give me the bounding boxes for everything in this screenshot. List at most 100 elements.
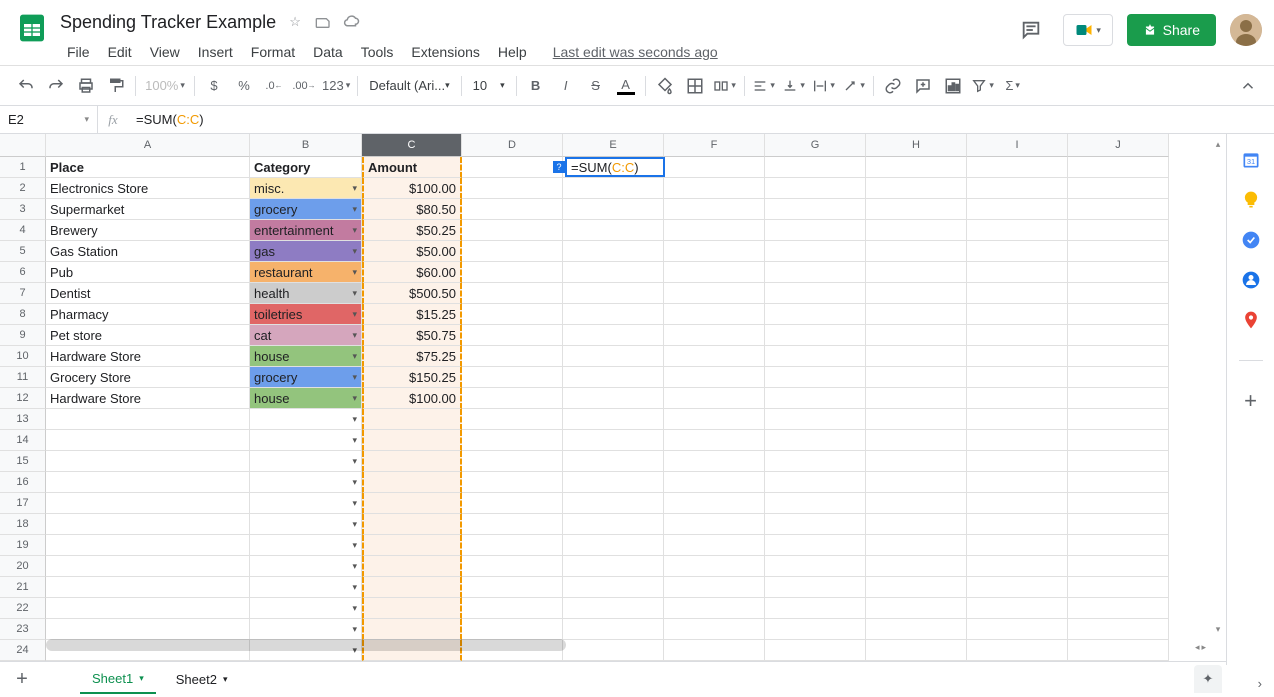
cell[interactable] [765,304,866,325]
cell[interactable] [362,430,462,451]
cell[interactable] [866,388,967,409]
scroll-right-icon[interactable]: ▸ [1201,642,1206,653]
cell[interactable] [967,388,1068,409]
cell[interactable]: $50.25 [362,220,462,241]
cell[interactable] [1068,598,1169,619]
cell[interactable]: $100.00 [362,178,462,199]
row-header[interactable]: 16 [0,472,46,493]
cell[interactable]: house [250,346,362,367]
cell[interactable] [1068,535,1169,556]
cell[interactable] [765,220,866,241]
cell[interactable] [664,472,765,493]
cell[interactable]: restaurant [250,262,362,283]
cell[interactable] [462,157,563,178]
cell[interactable] [664,325,765,346]
number-format-button[interactable]: 123 [320,72,352,100]
cell[interactable] [765,409,866,430]
cell[interactable] [362,409,462,430]
borders-button[interactable] [681,72,709,100]
cell[interactable] [664,493,765,514]
cell[interactable] [46,493,250,514]
cell[interactable] [250,577,362,598]
row-header[interactable]: 7 [0,283,46,304]
cell[interactable]: Hardware Store [46,388,250,409]
cell[interactable] [1068,367,1169,388]
cell[interactable] [664,556,765,577]
cell[interactable] [765,430,866,451]
cell[interactable] [1068,262,1169,283]
scroll-down-icon[interactable]: ▾ [1212,623,1224,635]
redo-button[interactable] [42,72,70,100]
cell[interactable] [1068,556,1169,577]
cell[interactable] [765,640,866,661]
formula-help-icon[interactable]: ? [553,161,565,173]
sheet-tab-1[interactable]: Sheet1▾ [80,665,156,694]
cell[interactable] [462,199,563,220]
cell[interactable] [765,619,866,640]
fill-color-button[interactable] [651,72,679,100]
cell[interactable] [563,577,664,598]
cell[interactable] [563,514,664,535]
cell[interactable] [1068,409,1169,430]
cell[interactable] [866,283,967,304]
column-header[interactable]: H [866,134,967,157]
cell[interactable] [462,388,563,409]
cell[interactable] [866,409,967,430]
cell[interactable]: $100.00 [362,388,462,409]
cell[interactable] [462,577,563,598]
cell[interactable] [250,514,362,535]
cloud-icon[interactable] [342,13,360,31]
cell[interactable] [1068,493,1169,514]
cell[interactable] [46,577,250,598]
percent-button[interactable]: % [230,72,258,100]
cell[interactable]: Pub [46,262,250,283]
cell[interactable] [664,220,765,241]
cell[interactable] [866,598,967,619]
column-header[interactable]: J [1068,134,1169,157]
column-header[interactable]: F [664,134,765,157]
menu-extensions[interactable]: Extensions [404,40,486,64]
cell[interactable] [866,325,967,346]
cell[interactable] [250,430,362,451]
sheet-tab-2[interactable]: Sheet2▾ [164,666,240,693]
row-header[interactable]: 18 [0,514,46,535]
cell[interactable] [462,493,563,514]
cell[interactable] [462,325,563,346]
row-header[interactable]: 15 [0,451,46,472]
cell[interactable] [362,472,462,493]
column-header[interactable]: A [46,134,250,157]
cell[interactable] [664,283,765,304]
rotate-button[interactable] [840,72,868,100]
row-header[interactable]: 2 [0,178,46,199]
cell[interactable] [866,619,967,640]
cell[interactable] [250,598,362,619]
cell[interactable] [967,304,1068,325]
cell[interactable] [866,577,967,598]
wrap-button[interactable] [810,72,838,100]
cell[interactable] [563,325,664,346]
cell[interactable]: grocery [250,199,362,220]
cell[interactable] [664,514,765,535]
cell[interactable]: $150.25 [362,367,462,388]
cell[interactable] [664,199,765,220]
all-sheets-button[interactable] [44,666,72,694]
cell[interactable] [765,262,866,283]
name-box[interactable]: E2▾ [0,106,98,134]
valign-button[interactable] [780,72,808,100]
decrease-decimal-button[interactable]: .0← [260,72,288,100]
strike-button[interactable]: S [582,72,610,100]
cell[interactable] [1068,451,1169,472]
cell[interactable] [462,262,563,283]
row-header[interactable]: 17 [0,493,46,514]
calendar-icon[interactable]: 31 [1241,150,1261,170]
cell[interactable] [563,430,664,451]
add-addon-icon[interactable]: + [1241,391,1261,411]
cell[interactable] [46,430,250,451]
cell[interactable] [462,514,563,535]
cell[interactable] [765,199,866,220]
cell[interactable] [765,493,866,514]
cell[interactable] [765,367,866,388]
cell[interactable] [1068,472,1169,493]
cell[interactable] [866,199,967,220]
undo-button[interactable] [12,72,40,100]
